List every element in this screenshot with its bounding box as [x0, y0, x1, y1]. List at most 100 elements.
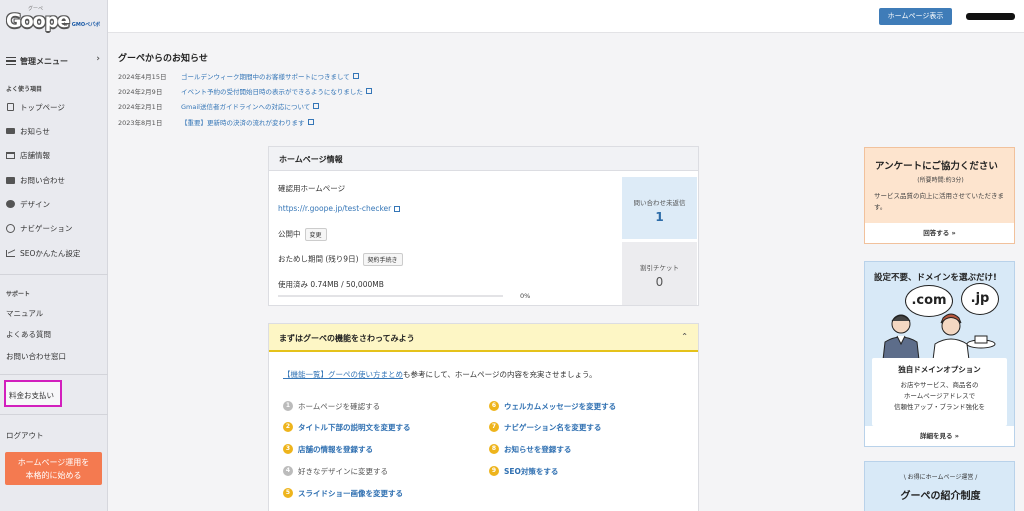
navigation-icon: [6, 223, 15, 233]
notice-link[interactable]: 【重要】更新時の決済の流れが変わります: [181, 117, 305, 127]
logo-byline: by GMOペパボ: [64, 21, 100, 28]
storage-usage-percent: 0%: [520, 292, 531, 300]
sidebar-item-faq[interactable]: よくある質問: [6, 329, 51, 340]
sidebar-item-billing[interactable]: 料金お支払い: [4, 380, 62, 407]
notice-date: 2024年2月1日: [118, 103, 163, 111]
frequent-section-title: よく使う項目: [6, 86, 43, 93]
step-number-badge: 4: [283, 466, 293, 476]
domain-panel-line-1: お店やサービス、商品名の: [900, 381, 979, 389]
features-intro-text: も参考にして、ホームページの内容を充実させましょう。: [403, 370, 597, 379]
trial-period: おためし期間 (残り9日) 契約手続き: [278, 253, 403, 266]
features-intro: 【機能一覧】グーペの使い方まとめも参考にして、ホームページの内容を充実させましょ…: [283, 369, 597, 380]
survey-title: アンケートにご協力ください: [875, 161, 998, 172]
goope-logo[interactable]: グーペ Goope by GMOペパボ: [6, 6, 104, 37]
view-homepage-button[interactable]: ホームページ表示: [879, 8, 952, 25]
unreplied-inquiries-box[interactable]: 問い合わせ未返信 1: [622, 177, 697, 239]
domain-panel-line-2: ホームページアドレスで: [903, 392, 976, 400]
feature-item[interactable]: 4 好きなデザインに変更する: [283, 465, 388, 477]
sidebar-item-label: デザイン: [20, 199, 50, 209]
feature-item[interactable]: 5 スライドショー画像を変更する: [283, 487, 403, 499]
hamburger-icon: [6, 55, 16, 68]
cta-line-2: 本格的に始める: [25, 471, 82, 480]
domain-panel-line-3: 信頼性アップ・ブランド強化を: [894, 403, 985, 411]
notice-row: 2023年8月1日 【重要】更新時の決済の流れが変わります: [118, 117, 314, 127]
external-link-icon: [365, 88, 372, 94]
survey-answer-link[interactable]: 回答する »: [865, 223, 1014, 243]
sidebar-item-store-info[interactable]: 店舗情報: [6, 148, 102, 162]
sidebar-item-contact[interactable]: お問い合わせ: [6, 173, 102, 187]
notice-link[interactable]: ゴールデンウィーク期間中のお客様サポートにつきまして: [181, 71, 350, 81]
sidebar-item-label: トップページ: [20, 102, 65, 112]
feature-item-label: ナビゲーション名を変更する: [504, 422, 602, 432]
homepage-url-link[interactable]: https://r.goope.jp/test-checker: [278, 204, 401, 213]
sidebar-item-label: 店舗情報: [20, 150, 50, 160]
features-header[interactable]: まずはグーペの機能をさわってみよう ⌃: [269, 324, 698, 352]
sidebar-item-design[interactable]: デザイン: [6, 197, 102, 211]
step-number-badge: 2: [283, 422, 293, 432]
referral-title: グーペの紹介制度: [900, 491, 981, 502]
feature-item[interactable]: 6 ウェルカムメッセージを変更する: [489, 400, 616, 412]
notice-date: 2024年4月15日: [118, 73, 167, 81]
trial-period-label: おためし期間 (残り9日): [278, 254, 359, 264]
homepage-info-card: ホームページ情報 確認用ホームページ https://r.goope.jp/te…: [268, 146, 699, 306]
features-card: まずはグーペの機能をさわってみよう ⌃ 【機能一覧】グーペの使い方まとめも参考に…: [268, 323, 699, 511]
sidebar-item-label: SEOかんたん設定: [20, 248, 81, 258]
homepage-url: https://r.goope.jp/test-checker: [278, 204, 392, 213]
feature-item-label: スライドショー画像を変更する: [298, 488, 403, 498]
storage-usage-bar: [278, 295, 503, 297]
logo-gmo: GMOペパボ: [71, 22, 101, 28]
sidebar-divider: [0, 374, 108, 375]
referral-banner[interactable]: \ お得にホームページ運営 / グーペの紹介制度: [864, 461, 1015, 511]
contract-button[interactable]: 契約手続き: [362, 253, 403, 266]
sidebar-item-top-page[interactable]: トップページ: [6, 100, 102, 114]
survey-duration: (所要時間:約3分): [917, 177, 964, 184]
sidebar-item-label: お知らせ: [20, 126, 50, 136]
feature-item-label: タイトル下部の説明文を変更する: [298, 422, 411, 432]
change-status-button[interactable]: 変更: [304, 228, 327, 241]
storage-usage: 使用済み 0.74MB / 50,000MB: [278, 280, 384, 289]
step-number-badge: 5: [283, 488, 293, 498]
sidebar-item-seo[interactable]: SEOかんたん設定: [6, 246, 102, 260]
homepage-info-title: ホームページ情報: [269, 147, 698, 171]
coupon-label: 割引チケット: [640, 264, 679, 272]
store-icon: [6, 151, 15, 159]
feature-item-label: 好きなデザインに変更する: [298, 466, 388, 476]
sidebar-item-news[interactable]: お知らせ: [6, 124, 102, 138]
sidebar-item-label: お問い合わせ: [20, 175, 65, 185]
upgrade-cta-button[interactable]: ホームページ運用を 本格的に始める: [5, 452, 102, 485]
publish-status: 公開中 変更: [278, 228, 327, 241]
feature-item[interactable]: 3 店舗の情報を登録する: [283, 443, 373, 455]
unreplied-label: 問い合わせ未返信: [633, 199, 686, 207]
feature-item[interactable]: 1 ホームページを確認する: [283, 400, 380, 412]
notice-link[interactable]: イベント予約の受付開始日時の表示ができるようになりました: [181, 86, 363, 96]
feature-item[interactable]: 2 タイトル下部の説明文を変更する: [283, 421, 411, 433]
shop-staff-illustration: [882, 313, 996, 360]
sidebar-item-navigation[interactable]: ナビゲーション: [6, 221, 102, 235]
sidebar-item-support-desk[interactable]: お問い合わせ窓口: [6, 351, 66, 362]
support-section-title: サポート: [6, 291, 31, 298]
features-guide-link[interactable]: 【機能一覧】グーペの使い方まとめ: [283, 370, 403, 379]
coupon-count: 0: [655, 275, 664, 289]
redacted-account-name[interactable]: [966, 13, 1015, 20]
step-number-badge: 7: [489, 422, 499, 432]
referral-tagline: \ お得にホームページ運営 /: [903, 474, 978, 481]
feature-item[interactable]: 7 ナビゲーション名を変更する: [489, 421, 601, 433]
sidebar-divider: [0, 274, 108, 275]
admin-menu-toggle[interactable]: 管理メニュー ›: [6, 54, 102, 68]
feature-item[interactable]: 9 SEO対策をする: [489, 465, 558, 477]
feature-item[interactable]: 8 お知らせを登録する: [489, 443, 571, 455]
domain-option-banner[interactable]: 設定不要、ドメインを選ぶだけ! .com .jp 独自ドメインオプション お店や…: [864, 261, 1015, 447]
chevron-right-icon: ›: [96, 54, 100, 64]
notice-link[interactable]: Gmail送信者ガイドラインへの対応について: [181, 101, 310, 111]
domain-panel: 独自ドメインオプション お店やサービス、商品名の ホームページアドレスで 信頼性…: [872, 358, 1007, 426]
chevron-up-icon[interactable]: ⌃: [681, 332, 688, 341]
sidebar-item-manual[interactable]: マニュアル: [6, 308, 43, 319]
survey-body: サービス品質の向上に活用させていただきます。: [874, 192, 1004, 211]
discount-ticket-box[interactable]: 割引チケット 0: [622, 242, 697, 305]
step-number-badge: 1: [283, 401, 293, 411]
feature-item-label: 店舗の情報を登録する: [298, 444, 373, 454]
notice-date: 2024年2月9日: [118, 88, 163, 96]
domain-panel-title: 独自ドメインオプション: [898, 365, 981, 374]
domain-details-link[interactable]: 詳細を見る »: [865, 426, 1014, 446]
logout-link[interactable]: ログアウト: [6, 430, 44, 441]
